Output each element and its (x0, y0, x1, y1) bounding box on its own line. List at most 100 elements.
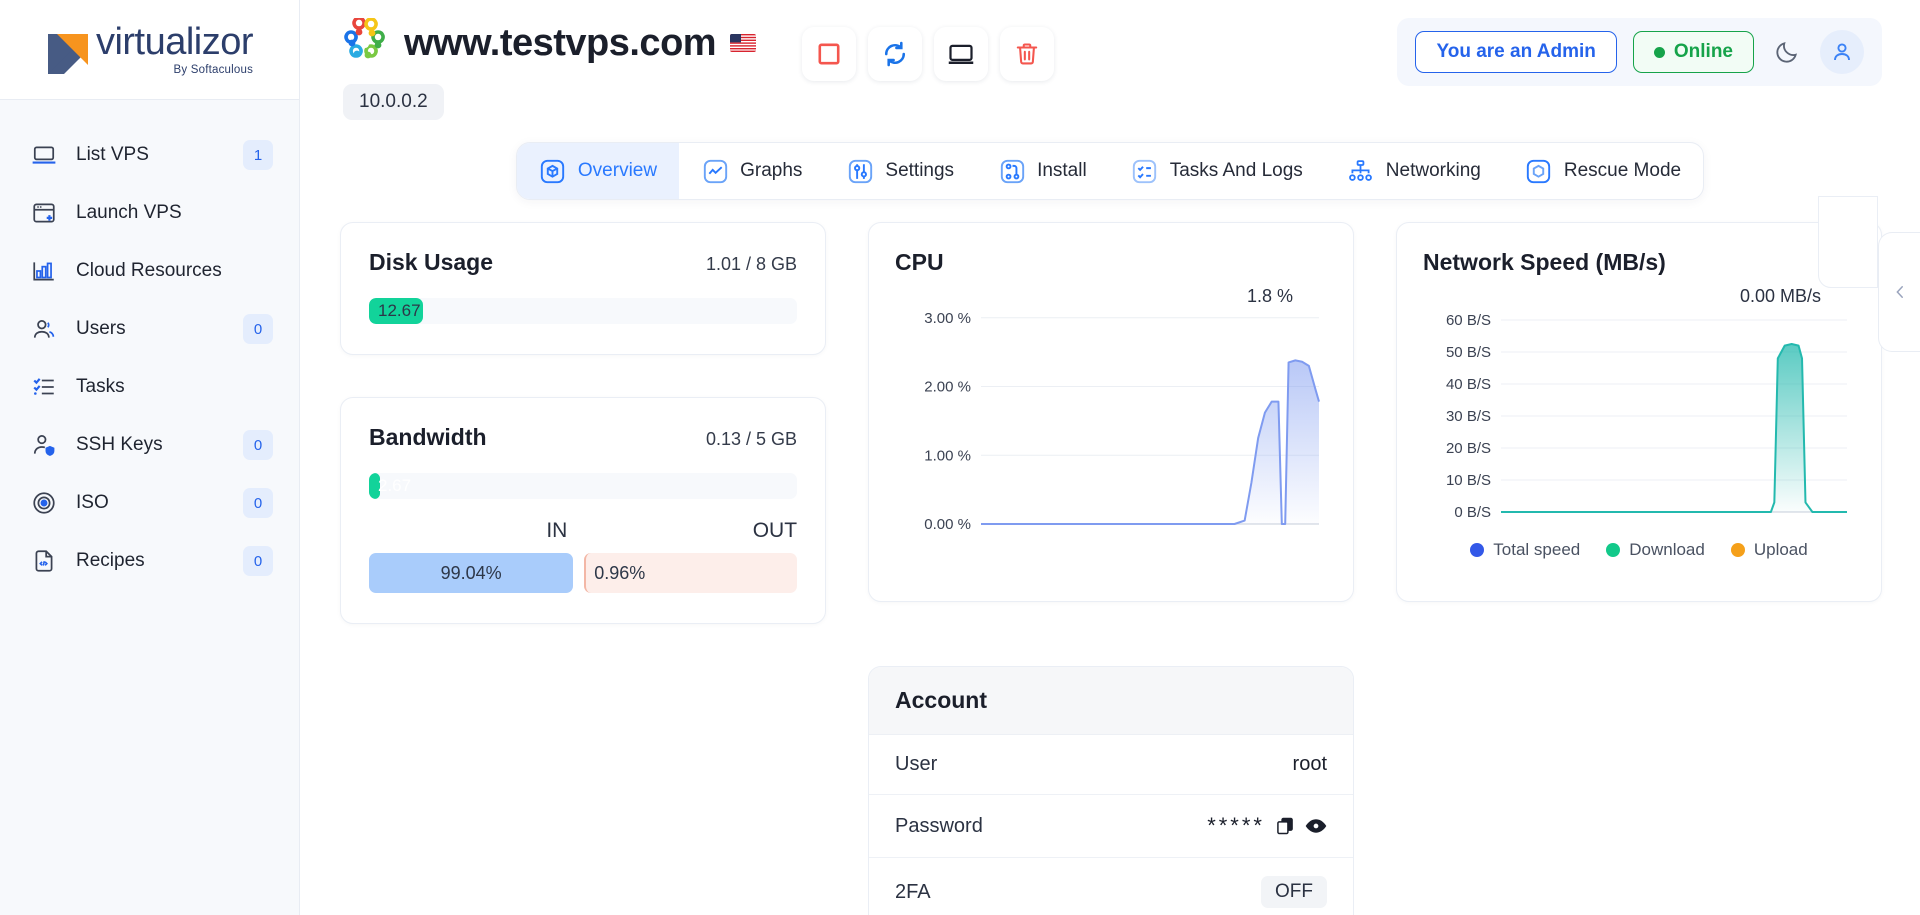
sidebar-item-iso[interactable]: ISO 0 (0, 474, 299, 532)
account-card: Account User root Password ***** (868, 666, 1354, 915)
sidebar-item-label: ISO (76, 492, 225, 514)
brand-logo[interactable]: virtualizor By Softaculous (0, 0, 299, 100)
svg-text:30 B/S: 30 B/S (1446, 408, 1491, 425)
svg-text:40 B/S: 40 B/S (1446, 376, 1491, 393)
tab-label: Settings (885, 160, 954, 182)
us-flag-icon (730, 34, 756, 52)
page-title-block: www.testvps.com (300, 18, 756, 120)
network-peak-label: 0.00 MB/s (1740, 286, 1821, 307)
theme-toggle-button[interactable] (1770, 35, 1804, 69)
legend-label: Download (1629, 540, 1705, 560)
main-content: www.testvps.com (300, 0, 1920, 915)
tab-graphs[interactable]: Graphs (679, 143, 824, 199)
sidebar-badge: 0 (243, 314, 273, 344)
svg-text:0.00 %: 0.00 % (924, 516, 971, 533)
sidebar-item-label: Launch VPS (76, 202, 225, 224)
svg-text:50 B/S: 50 B/S (1446, 344, 1491, 361)
account-row-user: User root (869, 735, 1353, 795)
header-actions (802, 27, 1054, 81)
sidebar-item-label: Recipes (76, 550, 225, 572)
cube-icon (539, 157, 567, 185)
chevron-left-icon (1891, 283, 1909, 301)
sidebar-item-label: Cloud Resources (76, 260, 225, 282)
checklist-icon (30, 373, 58, 401)
moon-icon (1774, 39, 1800, 65)
status-cluster: You are an Admin Online (1397, 18, 1882, 86)
profile-button[interactable] (1820, 30, 1864, 74)
account-row-password: Password ***** (869, 795, 1353, 858)
disk-usage-meta: 1.01 / 8 GB (706, 254, 797, 275)
svg-text:2.00 %: 2.00 % (924, 379, 971, 396)
left-column: Disk Usage 1.01 / 8 GB 12.67 Bandwidth 0… (340, 222, 826, 624)
admin-badge[interactable]: You are an Admin (1415, 31, 1616, 73)
sidebar-item-cloud-resources[interactable]: Cloud Resources (0, 242, 299, 300)
top-bar: www.testvps.com (300, 0, 1920, 150)
activity-icon (701, 157, 729, 185)
tasklist-icon (1131, 157, 1159, 185)
app-root: virtualizor By Softaculous List VPS 1 (0, 0, 1920, 915)
sidebar-item-ssh-keys[interactable]: SSH Keys 0 (0, 416, 299, 474)
sidebar-item-launch-vps[interactable]: Launch VPS (0, 184, 299, 242)
page-title: www.testvps.com (404, 22, 716, 65)
stop-square-icon (816, 41, 842, 67)
tab-overview[interactable]: Overview (517, 143, 679, 199)
sidebar-item-label: Tasks (76, 376, 225, 398)
tab-label: Tasks And Logs (1170, 160, 1303, 182)
bar-chart-icon (30, 257, 58, 285)
tab-settings[interactable]: Settings (824, 143, 976, 199)
status-badge[interactable]: Online (1633, 31, 1754, 73)
refresh-icon (881, 40, 909, 68)
bandwidth-bar: 2.67 (369, 473, 797, 499)
monitor-icon (947, 40, 975, 68)
stop-button[interactable] (802, 27, 856, 81)
copy-icon[interactable] (1275, 816, 1295, 836)
network-chart-card: Network Speed (MB/s) 0.00 MB/s 0 B/S10 B… (1396, 222, 1882, 602)
tab-tasks-and-logs[interactable]: Tasks And Logs (1109, 143, 1325, 199)
twofa-toggle[interactable]: OFF (1261, 876, 1327, 908)
sidebar-item-list-vps[interactable]: List VPS 1 (0, 126, 299, 184)
svg-text:3.00 %: 3.00 % (924, 310, 971, 327)
bandwidth-in-bar: 99.04% (369, 553, 573, 593)
branch-icon (998, 157, 1026, 185)
bandwidth-card: Bandwidth 0.13 / 5 GB 2.67 IN OUT (340, 397, 826, 624)
restart-button[interactable] (868, 27, 922, 81)
legend-label: Total speed (1493, 540, 1580, 560)
bandwidth-bar-fill: 2.67 (369, 473, 380, 499)
sidebar-badge: 1 (243, 140, 273, 170)
password-mask: ***** (1207, 813, 1265, 839)
console-button[interactable] (934, 27, 988, 81)
sidebar-item-label: List VPS (76, 144, 225, 166)
network-icon (1347, 157, 1375, 185)
legend-item-total-speed: Total speed (1470, 540, 1580, 560)
sidebar-badge: 0 (243, 430, 273, 460)
tab-networking[interactable]: Networking (1325, 143, 1503, 199)
svg-text:10 B/S: 10 B/S (1446, 472, 1491, 489)
sidebar-item-users[interactable]: Users 0 (0, 300, 299, 358)
file-code-icon (30, 547, 58, 575)
bandwidth-out-label: OUT (753, 519, 797, 543)
eye-icon[interactable] (1305, 815, 1327, 837)
cpu-peak-label: 1.8 % (1247, 286, 1293, 307)
sidebar-item-label: Users (76, 318, 225, 340)
disk-usage-title: Disk Usage (369, 249, 493, 276)
trash-icon (1014, 41, 1040, 67)
brand-name: virtualizor (96, 23, 253, 61)
bandwidth-in-label: IN (546, 519, 567, 543)
disk-usage-bar-fill: 12.67 (369, 298, 423, 324)
network-chart-area: 0.00 MB/s 0 B/S10 B/S20 B/S30 B/S40 B/S5… (1423, 286, 1855, 534)
account-title: Account (869, 667, 1353, 735)
window-add-icon (30, 199, 58, 227)
tab-rescue-mode[interactable]: Rescue Mode (1503, 143, 1703, 199)
bandwidth-title: Bandwidth (369, 424, 487, 451)
sidebar-item-tasks[interactable]: Tasks (0, 358, 299, 416)
right-column: Network Speed (MB/s) 0.00 MB/s 0 B/S10 B… (1396, 222, 1882, 624)
delete-button[interactable] (1000, 27, 1054, 81)
network-chart-legend: Total speed Download Upload (1423, 540, 1855, 560)
sidebar-item-recipes[interactable]: Recipes 0 (0, 532, 299, 590)
svg-text:20 B/S: 20 B/S (1446, 440, 1491, 457)
right-panel-toggle[interactable] (1878, 232, 1920, 352)
tab-label: Install (1037, 160, 1087, 182)
svg-text:60 B/S: 60 B/S (1446, 312, 1491, 329)
tab-install[interactable]: Install (976, 143, 1109, 199)
disc-icon (30, 489, 58, 517)
